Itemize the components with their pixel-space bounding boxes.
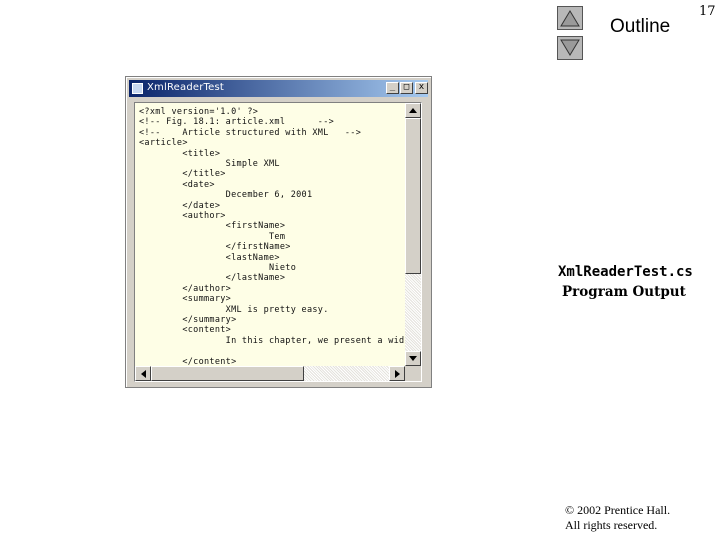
- output-textbox[interactable]: <?xml version='1.0' ?> <!-- Fig. 18.1: ar…: [134, 102, 422, 382]
- chevron-left-icon: [140, 369, 146, 378]
- output-text-area[interactable]: <?xml version='1.0' ?> <!-- Fig. 18.1: ar…: [135, 103, 405, 366]
- output-line: <title>: [139, 148, 221, 159]
- horizontal-scroll-thumb[interactable]: [151, 366, 304, 381]
- scroll-left-button[interactable]: [135, 366, 151, 381]
- window-titlebar[interactable]: XmlReaderTest _ □ x: [129, 80, 428, 97]
- output-line: Tem: [139, 231, 286, 242]
- output-line: <content>: [139, 325, 232, 336]
- output-line: XML is pretty easy.: [139, 304, 329, 315]
- app-icon: [132, 83, 143, 94]
- output-line: <author>: [139, 211, 226, 221]
- window-title: XmlReaderTest: [147, 82, 225, 93]
- output-line: <article>: [139, 138, 188, 149]
- rights-text: All rights reserved.: [565, 518, 658, 532]
- chevron-down-icon: [409, 356, 417, 361]
- close-button[interactable]: x: [415, 82, 428, 94]
- output-line: In this chapter, we present a wide v: [139, 335, 405, 346]
- output-line: </date>: [139, 200, 221, 211]
- scroll-down-button[interactable]: [405, 351, 421, 366]
- scroll-up-button[interactable]: [405, 103, 421, 118]
- xml-reader-window: XmlReaderTest _ □ x <?xml version='1.0' …: [125, 76, 432, 388]
- maximize-button[interactable]: □: [400, 82, 413, 94]
- output-line: </lastName>: [139, 273, 286, 284]
- minimize-button[interactable]: _: [386, 82, 399, 94]
- outline-label[interactable]: Outline: [610, 16, 670, 38]
- previous-slide-button[interactable]: [557, 6, 583, 30]
- next-slide-button[interactable]: [557, 36, 583, 60]
- output-line: </summary>: [139, 315, 237, 325]
- output-line: <!-- Article structured with XML -->: [139, 127, 362, 138]
- output-line: December 6, 2001: [139, 190, 313, 201]
- scroll-right-button[interactable]: [389, 366, 405, 381]
- output-line: <?xml version='1.0' ?>: [139, 107, 259, 117]
- copyright-text: © 2002 Prentice Hall.: [565, 503, 671, 517]
- output-line: <date>: [139, 179, 215, 190]
- output-line: <summary>: [139, 294, 232, 305]
- output-line: </content>: [139, 356, 237, 366]
- output-line: </firstName>: [139, 242, 291, 253]
- vertical-scroll-thumb[interactable]: [405, 118, 421, 274]
- chevron-up-icon: [409, 108, 417, 113]
- chevron-right-icon: [394, 369, 400, 378]
- program-output-label: Program Output: [562, 284, 686, 300]
- output-line: <lastName>: [139, 252, 280, 263]
- page-number: 17: [699, 4, 716, 19]
- output-line: <firstName>: [139, 221, 286, 232]
- output-line: <!-- Fig. 18.1: article.xml -->: [139, 117, 335, 128]
- output-line: </title>: [139, 169, 226, 180]
- triangle-down-icon: [560, 39, 580, 56]
- output-line: Simple XML: [139, 159, 280, 169]
- triangle-up-icon: [560, 10, 580, 27]
- vertical-scrollbar[interactable]: [405, 103, 421, 366]
- output-line: Nieto: [139, 263, 297, 273]
- output-line: </author>: [139, 283, 232, 294]
- scrollbar-corner: [405, 366, 421, 381]
- source-filename: XmlReaderTest.cs: [558, 264, 693, 280]
- horizontal-scrollbar[interactable]: [135, 366, 405, 381]
